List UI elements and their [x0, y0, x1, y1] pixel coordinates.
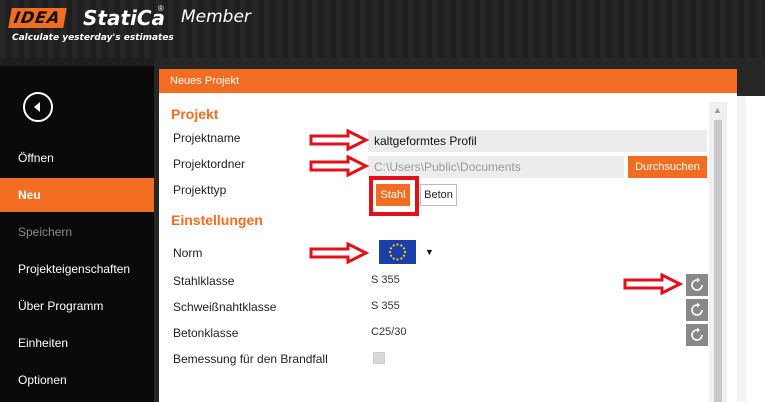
fire-design-label: Bemessung für den Brandfall — [173, 352, 328, 366]
steel-class-label: Stahlklasse — [173, 274, 235, 288]
annotation-arrow-icon — [623, 273, 684, 295]
steel-class-reset-button[interactable] — [686, 274, 708, 296]
annotation-highlight-box — [369, 176, 419, 216]
sidebar-item-open[interactable]: Öffnen — [0, 141, 154, 175]
sidebar-item-save[interactable]: Speichern — [0, 215, 154, 249]
project-folder-label: Projektordner — [173, 157, 246, 171]
project-type-concrete-button[interactable]: Beton — [420, 184, 457, 206]
project-folder-input[interactable]: C:\Users\Public\Documents — [368, 156, 624, 178]
project-name-label: Projektname — [173, 131, 241, 145]
norm-label: Norm — [173, 246, 203, 260]
reset-icon — [691, 277, 703, 291]
app-header: IDEA StatiCa ® Member Calculate yesterda… — [0, 0, 765, 58]
logo-tagline: Calculate yesterday's estimates — [12, 33, 174, 43]
section-title-project: Projekt — [171, 106, 219, 122]
project-name-input[interactable]: kaltgeformtes Profil — [368, 130, 707, 152]
section-title-settings: Einstellungen — [171, 212, 263, 228]
annotation-arrow-icon — [309, 242, 370, 264]
concrete-class-label: Betonklasse — [173, 326, 239, 340]
panel-title: Neues Projekt — [159, 69, 737, 93]
sidebar-item-units[interactable]: Einheiten — [0, 326, 154, 360]
steel-class-value[interactable]: S 355 — [371, 274, 400, 286]
license-edition: Member — [181, 7, 251, 27]
sidebar: Öffnen Neu Speichern Projekteigenschafte… — [0, 66, 154, 402]
project-type-label: Projekttyp — [173, 183, 227, 197]
logo-registered-mark: ® — [158, 4, 164, 13]
vertical-scrollbar[interactable]: ▲ — [709, 102, 727, 402]
annotation-arrow-icon — [309, 129, 370, 151]
reset-icon — [691, 327, 703, 341]
right-pane-divider — [737, 96, 746, 402]
browse-button[interactable]: Durchsuchen — [628, 156, 707, 178]
back-button[interactable] — [23, 92, 53, 122]
back-arrow-icon — [34, 102, 40, 112]
fire-design-checkbox[interactable] — [373, 352, 385, 364]
annotation-arrow-icon — [309, 155, 370, 177]
sidebar-item-about[interactable]: Über Programm — [0, 289, 154, 323]
eu-flag-icon[interactable] — [379, 240, 416, 264]
scroll-up-icon[interactable]: ▲ — [713, 105, 722, 115]
weld-class-value[interactable]: S 355 — [371, 300, 400, 312]
reset-icon — [691, 302, 703, 316]
app-window: IDEA StatiCa ® Member Calculate yesterda… — [0, 0, 765, 402]
sidebar-item-project-properties[interactable]: Projekteigenschaften — [0, 252, 154, 286]
concrete-class-reset-button[interactable] — [686, 324, 708, 346]
sidebar-item-new[interactable]: Neu — [0, 178, 154, 212]
sidebar-item-options[interactable]: Optionen — [0, 363, 154, 397]
weld-class-reset-button[interactable] — [686, 299, 708, 321]
scroll-thumb[interactable] — [714, 120, 722, 402]
logo-mark: IDEA — [8, 8, 67, 28]
eu-stars-icon — [388, 243, 407, 261]
concrete-class-value[interactable]: C25/30 — [371, 326, 406, 338]
new-project-panel: Neues Projekt Projekt Projektname kaltge… — [159, 69, 737, 402]
logo-name: StatiCa — [83, 6, 166, 30]
norm-dropdown-arrow-icon[interactable]: ▼ — [425, 247, 434, 257]
weld-class-label: Schweißnahtklasse — [173, 300, 277, 314]
